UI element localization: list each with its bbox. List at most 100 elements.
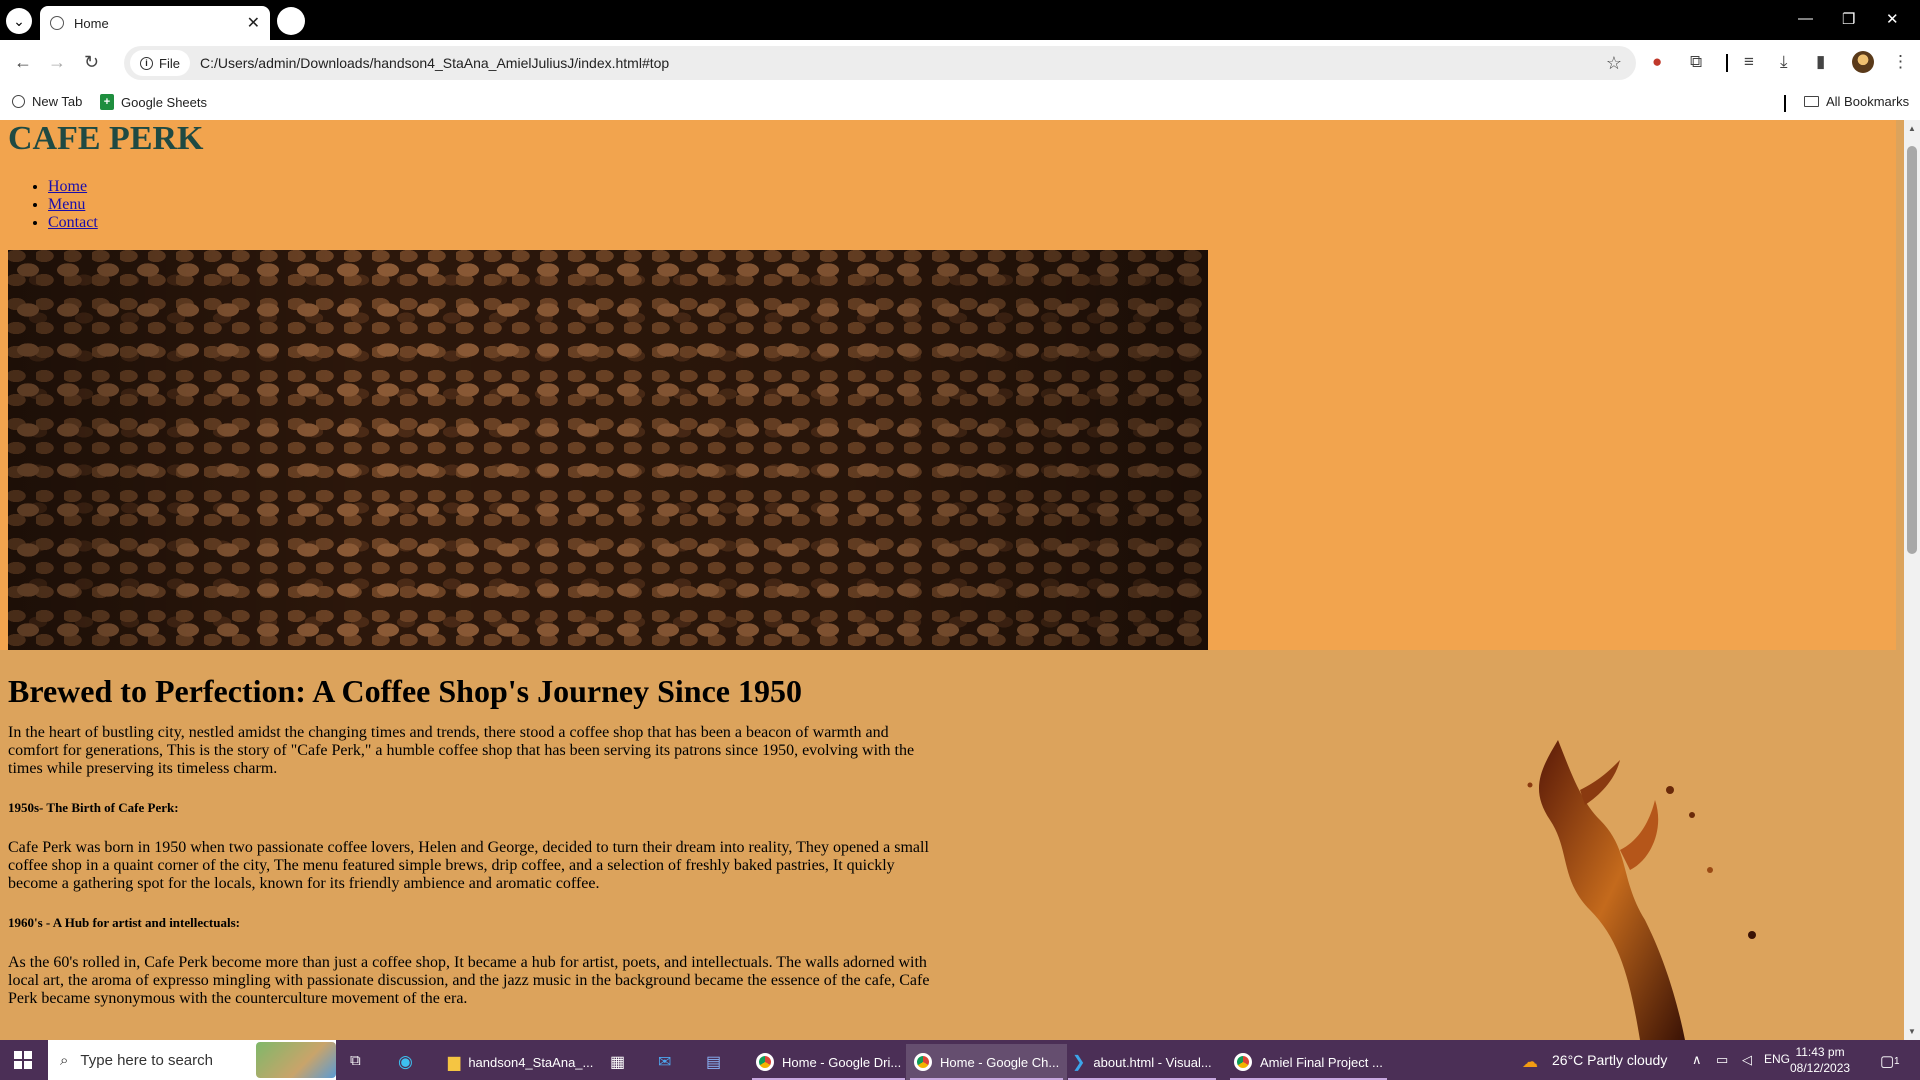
globe-icon [50, 16, 64, 30]
nav-link-menu[interactable]: Menu [48, 196, 85, 213]
address-bar[interactable]: i File C:/Users/admin/Downloads/handson4… [124, 46, 1636, 80]
mail-icon[interactable]: ✉ [658, 1052, 671, 1072]
bookmark-google-sheets[interactable]: + Google Sheets [100, 94, 207, 110]
info-icon: i [140, 56, 153, 70]
taskbar-clock[interactable]: 11:43 pm 08/12/2023 [1790, 1044, 1850, 1076]
nav-link-contact[interactable]: Contact [48, 214, 98, 231]
profile-avatar[interactable] [1852, 51, 1874, 73]
extension-icon[interactable]: ● [1652, 52, 1662, 72]
url-text[interactable]: C:/Users/admin/Downloads/handson4_StaAna… [200, 55, 1606, 71]
reload-icon[interactable]: ↻ [84, 52, 99, 73]
chrome-icon [914, 1053, 932, 1071]
taskbar-app-chrome-active[interactable]: Home - Google Ch... [906, 1044, 1068, 1080]
weather-icon[interactable]: ☁ [1522, 1052, 1538, 1072]
taskbar-app-label: Home - Google Ch... [940, 1054, 1060, 1070]
google-sheets-icon: + [100, 94, 114, 110]
chrome-icon [1234, 1053, 1252, 1071]
section-title-1960s: 1960's - A Hub for artist and intellectu… [8, 915, 240, 930]
bookmark-label: New Tab [32, 94, 83, 109]
edge-icon[interactable]: ◉ [398, 1052, 413, 1072]
tab-search-button[interactable]: ⌄ [6, 8, 32, 34]
history-article: Brewed to Perfection: A Coffee Shop's Jo… [8, 672, 938, 1024]
browser-toolbar: ← → ↻ i File C:/Users/admin/Downloads/ha… [0, 40, 1920, 86]
site-title: CAFE PERK [8, 120, 204, 157]
search-icon: ⌕ [60, 1051, 69, 1069]
taskbar-search-box[interactable]: ⌕ Type here to search [48, 1040, 336, 1080]
windows-taskbar: ⌕ Type here to search ⧉ ◉ ▆ handson4_Sta… [0, 1040, 1920, 1080]
taskbar-app-label: Amiel Final Project ... [1260, 1054, 1383, 1070]
app-icon[interactable]: ▤ [706, 1052, 721, 1072]
article-heading: Brewed to Perfection: A Coffee Shop's Jo… [8, 673, 802, 709]
browser-tab-home[interactable]: Home ✕ [40, 6, 270, 40]
task-view-icon[interactable]: ⧉ [350, 1052, 361, 1069]
section-body-1950s: Cafe Perk was born in 1950 when two pass… [8, 839, 929, 892]
forward-icon[interactable]: → [48, 52, 66, 73]
volume-icon[interactable]: ◁ [1742, 1052, 1752, 1068]
globe-icon [12, 95, 25, 108]
bookmark-star-icon[interactable]: ☆ [1606, 53, 1622, 74]
back-icon[interactable]: ← [14, 52, 32, 73]
main-nav: Home Menu Contact [48, 178, 98, 232]
scroll-up-icon[interactable]: ▲ [1908, 124, 1916, 133]
nav-link-home[interactable]: Home [48, 178, 87, 195]
search-highlight-illustration [256, 1042, 336, 1078]
minimize-icon[interactable]: — [1798, 10, 1813, 27]
page-viewport: CAFE PERK Home Menu Contact Brewed to Pe… [0, 120, 1904, 1040]
bookmark-label: Google Sheets [121, 94, 208, 110]
bookmarks-divider [1784, 95, 1786, 112]
chrome-icon [756, 1053, 774, 1071]
tab-title: Home [74, 15, 109, 31]
clock-date: 08/12/2023 [1790, 1061, 1851, 1075]
toolbar-divider [1726, 54, 1728, 72]
notification-count: 1 [1894, 1056, 1900, 1067]
all-bookmarks-label: All Bookmarks [1826, 94, 1910, 109]
taskbar-app-chrome-project[interactable]: Amiel Final Project ... [1226, 1044, 1391, 1080]
close-icon[interactable]: ✕ [247, 13, 260, 33]
taskbar-app-chrome-drive[interactable]: Home - Google Dri... [748, 1044, 909, 1080]
all-bookmarks-button[interactable]: All Bookmarks [1804, 94, 1909, 109]
browser-tab-bar: ⌄ Home ✕ — ❐ ✕ [0, 0, 1920, 40]
site-info-chip[interactable]: i File [130, 50, 190, 76]
bookmark-new-tab[interactable]: New Tab [12, 94, 82, 109]
site-chip-label: File [159, 55, 180, 71]
media-control-icon[interactable]: ≡ [1744, 52, 1754, 72]
nav-item-contact: Contact [48, 214, 98, 232]
menu-kebab-icon[interactable]: ⋮ [1892, 52, 1909, 72]
taskbar-app-file-explorer[interactable]: ▆ handson4_StaAna_... [440, 1044, 601, 1080]
weather-text[interactable]: 26°C Partly cloudy [1552, 1052, 1667, 1068]
site-header: CAFE PERK Home Menu Contact [0, 120, 1896, 650]
article-intro: In the heart of bustling city, nestled a… [8, 724, 915, 777]
network-icon[interactable]: ▭ [1716, 1052, 1728, 1068]
tray-chevron-icon[interactable]: ∧ [1692, 1052, 1702, 1068]
taskbar-app-label: about.html - Visual... [1093, 1054, 1212, 1070]
folder-icon: ▆ [448, 1054, 461, 1071]
coffee-beans-hero-image [8, 250, 1208, 650]
language-indicator[interactable]: ENG [1764, 1052, 1790, 1066]
restore-icon[interactable]: ❐ [1842, 10, 1855, 28]
coffee-splash-image [1527, 740, 1756, 1040]
bookmarks-bar: New Tab + Google Sheets All Bookmarks [0, 86, 1920, 120]
notification-icon[interactable]: ▢ [1880, 1052, 1894, 1070]
close-window-icon[interactable]: ✕ [1886, 10, 1899, 28]
scroll-down-icon[interactable]: ▼ [1908, 1027, 1916, 1036]
taskbar-app-vscode[interactable]: ❯ about.html - Visual... [1064, 1044, 1220, 1080]
windows-start-icon[interactable] [14, 1051, 32, 1069]
section-body-1960s: As the 60's rolled in, Cafe Perk become … [8, 954, 930, 1007]
store-icon[interactable]: ▦ [610, 1052, 625, 1072]
puzzle-icon[interactable]: ⧉ [1690, 52, 1702, 72]
new-tab-button[interactable] [277, 7, 305, 35]
taskbar-app-label: handson4_StaAna_... [468, 1054, 594, 1070]
vscode-icon: ❯ [1072, 1054, 1086, 1071]
scroll-thumb[interactable] [1907, 146, 1917, 554]
page-scrollbar[interactable]: ▲ ▼ [1904, 120, 1920, 1040]
taskbar-app-label: Home - Google Dri... [782, 1054, 902, 1070]
search-placeholder: Type here to search [80, 1051, 213, 1069]
hero-shade [8, 250, 1208, 650]
side-panel-icon[interactable]: ▮ [1816, 52, 1825, 72]
download-icon[interactable]: ⤓ [1780, 52, 1788, 72]
clock-time: 11:43 pm [1795, 1045, 1845, 1059]
nav-item-home: Home [48, 178, 98, 196]
section-title-1950s: 1950s- The Birth of Cafe Perk: [8, 800, 179, 815]
nav-item-menu: Menu [48, 196, 98, 214]
folder-icon [1804, 96, 1819, 107]
